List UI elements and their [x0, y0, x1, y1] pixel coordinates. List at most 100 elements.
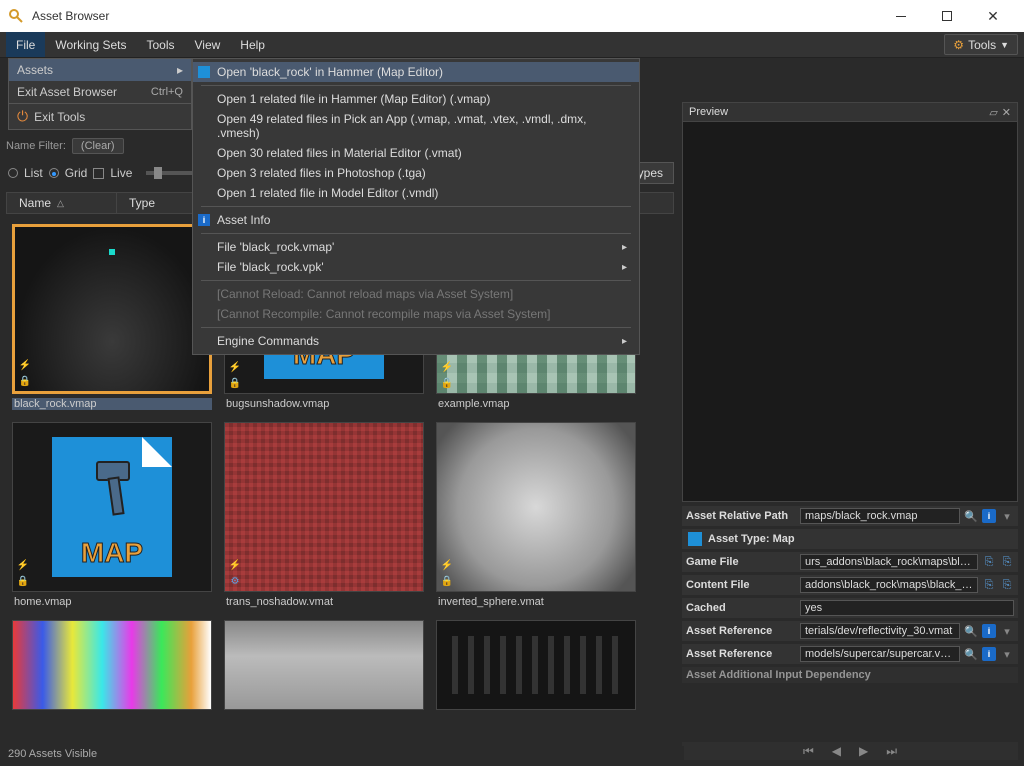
asset-label: black_rock.vmap [12, 398, 212, 410]
hammer-icon [197, 65, 211, 79]
bolt-icon: ⚡ [440, 360, 454, 374]
asset-ref-value[interactable]: terials/dev/reflectivity_30.vmat [800, 623, 960, 639]
nav-prev-icon[interactable]: ◀ [832, 744, 841, 758]
asset-item[interactable]: MAP ⚡🔒 home.vmap [12, 422, 212, 608]
lock-icon: 🔒 [440, 574, 454, 588]
asset-thumb [224, 620, 424, 710]
cached-value[interactable]: yes [800, 600, 1014, 616]
prop-asset-type: Asset Type: Map [682, 529, 1018, 549]
maximize-button[interactable] [924, 0, 970, 32]
bolt-icon: ⚡ [16, 558, 30, 572]
asset-item[interactable] [12, 620, 212, 710]
sm-open-hammer[interactable]: Open 'black_rock' in Hammer (Map Editor) [193, 62, 639, 82]
grid-label: Grid [65, 166, 88, 180]
map-icon [688, 532, 702, 546]
preview-panel: Preview ▱ ✕ Asset Relative Path maps/bla… [682, 102, 1018, 760]
properties-list: Asset Relative Path maps/black_rock.vmap… [682, 506, 1018, 683]
sm-file-vpk[interactable]: File 'black_rock.vpk'▸ [193, 257, 639, 277]
chevron-right-icon: ▸ [622, 262, 627, 273]
asset-label: bugsunshadow.vmap [224, 398, 424, 410]
gear-icon: ⚙ [953, 38, 964, 52]
file-assets[interactable]: Assets ▸ [9, 59, 191, 81]
asset-item[interactable]: ⚡🔒 black_rock.vmap [12, 224, 212, 410]
nav-first-icon[interactable]: ⏮ [803, 744, 814, 759]
asset-thumb: ⚡🔒 [12, 224, 212, 394]
info-icon[interactable]: i [982, 647, 996, 661]
asset-label: inverted_sphere.vmat [436, 596, 636, 608]
asset-item[interactable] [224, 620, 424, 710]
content-file-value[interactable]: addons\black_rock\maps\black_rock.vmap [800, 577, 978, 593]
sm-engine-commands[interactable]: Engine Commands▸ [193, 331, 639, 351]
sm-open-1-model[interactable]: Open 1 related file in Model Editor (.vm… [193, 183, 639, 203]
file-exit-tools[interactable]: ⏻Exit Tools [9, 103, 191, 129]
list-radio[interactable] [8, 168, 18, 178]
chevron-right-icon: ▸ [622, 336, 627, 347]
close-icon[interactable]: ✕ [1002, 106, 1011, 119]
clear-filter-button[interactable]: (Clear) [72, 138, 124, 154]
chevron-right-icon: ▸ [177, 63, 183, 77]
prop-asset-ref-2: Asset Reference models/supercar/supercar… [682, 644, 1018, 664]
lock-icon: 🔒 [228, 376, 242, 390]
sm-asset-info[interactable]: i Asset Info [193, 210, 639, 230]
sm-cannot-reload: [Cannot Reload: Cannot reload maps via A… [193, 284, 639, 304]
sm-open-49[interactable]: Open 49 related files in Pick an App (.v… [193, 109, 639, 143]
asset-relative-path-value[interactable]: maps/black_rock.vmap [800, 508, 960, 524]
nav-last-icon[interactable]: ⏭ [886, 744, 897, 759]
copy-icon[interactable]: ⎘ [1000, 578, 1014, 592]
copy-icon[interactable]: ⎘ [1000, 555, 1014, 569]
sm-open-30[interactable]: Open 30 related files in Material Editor… [193, 143, 639, 163]
prop-content-file: Content File addons\black_rock\maps\blac… [682, 575, 1018, 595]
undock-icon[interactable]: ▱ [989, 106, 997, 119]
chevron-down-icon: ▼ [1000, 40, 1009, 50]
power-icon: ⏻ [17, 108, 28, 125]
list-label: List [24, 166, 43, 180]
gear-icon: ⚙ [228, 574, 242, 588]
info-icon[interactable]: i [982, 624, 996, 638]
file-exit-browser[interactable]: Exit Asset Browser Ctrl+Q [9, 81, 191, 103]
search-icon[interactable]: 🔍 [964, 647, 978, 661]
col-type[interactable]: Type [117, 193, 197, 213]
sm-open-1-hammer[interactable]: Open 1 related file in Hammer (Map Edito… [193, 89, 639, 109]
tools-dropdown[interactable]: ⚙ Tools ▼ [944, 34, 1018, 55]
game-file-value[interactable]: urs_addons\black_rock\maps\black_rock.vp… [800, 554, 978, 570]
expand-icon[interactable]: ▾ [1000, 624, 1014, 638]
expand-icon[interactable]: ▾ [1000, 509, 1014, 523]
minimize-button[interactable] [878, 0, 924, 32]
bolt-icon: ⚡ [228, 360, 242, 374]
preview-header: Preview ▱ ✕ [682, 102, 1018, 122]
bolt-icon: ⚡ [228, 558, 242, 572]
search-icon[interactable]: 🔍 [964, 509, 978, 523]
asset-item[interactable]: ⚡⚙ trans_noshadow.vmat [224, 422, 424, 608]
prop-asset-ref-1: Asset Reference terials/dev/reflectivity… [682, 621, 1018, 641]
sm-open-3[interactable]: Open 3 related files in Photoshop (.tga) [193, 163, 639, 183]
tools-dropdown-label: Tools [968, 38, 996, 52]
info-icon[interactable]: i [982, 509, 996, 523]
preview-viewport [682, 122, 1018, 502]
nav-next-icon[interactable]: ▶ [859, 744, 868, 758]
expand-icon[interactable]: ▾ [1000, 647, 1014, 661]
search-icon[interactable]: 🔍 [964, 624, 978, 638]
assets-submenu: Open 'black_rock' in Hammer (Map Editor)… [192, 58, 640, 355]
asset-ref-value[interactable]: models/supercar/supercar.vmdl [800, 646, 960, 662]
live-checkbox[interactable] [93, 168, 104, 179]
menu-tools[interactable]: Tools [136, 32, 184, 57]
asset-thumb: ⚡🔒 [436, 422, 636, 592]
asset-thumb [12, 620, 212, 710]
close-button[interactable]: ✕ [970, 0, 1016, 32]
menu-working-sets[interactable]: Working Sets [45, 32, 136, 57]
menu-file[interactable]: File [6, 32, 45, 57]
sm-file-vmap[interactable]: File 'black_rock.vmap'▸ [193, 237, 639, 257]
asset-thumb: ⚡⚙ [224, 422, 424, 592]
copy-icon[interactable]: ⎘ [982, 555, 996, 569]
copy-icon[interactable]: ⎘ [982, 578, 996, 592]
asset-item[interactable]: ⚡🔒 inverted_sphere.vmat [436, 422, 636, 608]
asset-item[interactable] [436, 620, 636, 710]
menu-view[interactable]: View [185, 32, 231, 57]
col-name[interactable]: Name△ [7, 193, 117, 213]
name-filter-label: Name Filter: [6, 140, 66, 152]
asset-label: example.vmap [436, 398, 636, 410]
menu-help[interactable]: Help [230, 32, 275, 57]
grid-radio[interactable] [49, 168, 59, 178]
asset-thumb [436, 620, 636, 710]
menubar: File Working Sets Tools View Help ⚙ Tool… [0, 32, 1024, 58]
